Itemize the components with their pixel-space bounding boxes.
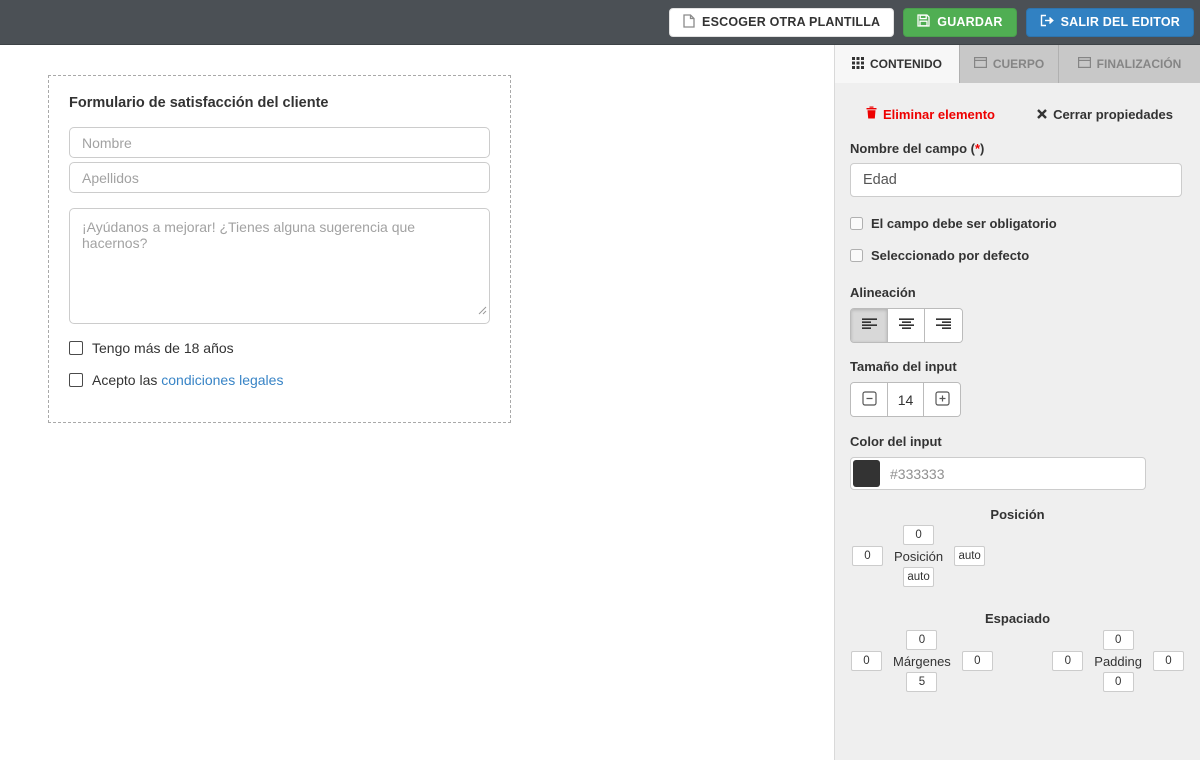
padding-top-input[interactable]	[1103, 630, 1134, 650]
trash-icon	[866, 106, 877, 122]
close-properties-label: Cerrar propiedades	[1053, 107, 1173, 122]
terms-checkbox-row: Acepto las condiciones legales	[69, 372, 490, 388]
save-button[interactable]: GUARDAR	[903, 8, 1016, 37]
name-field[interactable]	[69, 127, 490, 158]
padding-controls: Padding	[1052, 630, 1184, 692]
save-icon	[917, 14, 930, 30]
padding-right-input[interactable]	[1153, 651, 1184, 671]
position-top-input[interactable]	[903, 525, 934, 545]
input-size-stepper	[850, 382, 961, 417]
exit-editor-label: SALIR DEL EDITOR	[1061, 15, 1180, 29]
age-checkbox-row: Tengo más de 18 años	[69, 340, 490, 356]
input-size-label: Tamaño del input	[850, 359, 1185, 374]
tab-finalizacion-label: FINALIZACIÓN	[1097, 57, 1182, 71]
color-swatch[interactable]	[853, 460, 880, 487]
padding-left-input[interactable]	[1052, 651, 1083, 671]
choose-template-button[interactable]: ESCOGER OTRA PLANTILLA	[669, 8, 894, 37]
input-size-value[interactable]	[887, 383, 924, 416]
age-checkbox[interactable]	[69, 341, 83, 355]
input-color-picker[interactable]	[850, 457, 1146, 490]
margin-left-input[interactable]	[851, 651, 882, 671]
suggestion-textarea[interactable]	[69, 208, 490, 324]
size-decrease-button[interactable]	[851, 383, 887, 416]
resize-handle-icon[interactable]	[478, 302, 487, 320]
padding-bottom-input[interactable]	[1103, 672, 1134, 692]
alignment-label: Alineación	[850, 285, 1185, 300]
tab-finalizacion[interactable]: FINALIZACIÓN	[1059, 45, 1200, 83]
spacing-controls: Márgenes Padding	[850, 630, 1185, 692]
position-bottom-input[interactable]	[903, 567, 934, 587]
required-checkbox[interactable]	[850, 217, 863, 230]
padding-label: Padding	[1090, 654, 1146, 669]
contenido-panel: Eliminar elemento Cerrar propiedades Nom…	[835, 83, 1200, 760]
window-icon	[974, 57, 987, 71]
surname-field[interactable]	[69, 162, 490, 193]
tab-cuerpo-label: CUERPO	[993, 57, 1044, 71]
save-label: GUARDAR	[937, 15, 1002, 29]
align-center-button[interactable]	[888, 309, 925, 342]
close-properties-button[interactable]: Cerrar propiedades	[1037, 107, 1173, 122]
alignment-button-group	[850, 308, 963, 343]
editor-canvas: Formulario de satisfacción del cliente T…	[0, 45, 834, 760]
choose-template-label: ESCOGER OTRA PLANTILLA	[702, 15, 880, 29]
minus-square-icon	[862, 391, 877, 409]
position-controls: Posición	[852, 525, 985, 587]
window-icon	[1078, 57, 1091, 71]
required-checkbox-row: El campo debe ser obligatorio	[850, 216, 1185, 231]
position-heading: Posición	[850, 507, 1185, 522]
position-left-input[interactable]	[852, 546, 883, 566]
selected-checkbox-label: Seleccionado por defecto	[871, 248, 1029, 263]
field-name-label: Nombre del campo (*)	[850, 141, 1185, 156]
terms-link[interactable]: condiciones legales	[161, 372, 283, 388]
editor-topbar: ESCOGER OTRA PLANTILLA GUARDAR SALIR DEL…	[0, 0, 1200, 45]
age-checkbox-label: Tengo más de 18 años	[92, 340, 234, 356]
terms-checkbox[interactable]	[69, 373, 83, 387]
file-icon	[683, 14, 695, 31]
terms-checkbox-label: Acepto las condiciones legales	[92, 372, 283, 388]
input-color-label: Color del input	[850, 434, 1185, 449]
close-icon	[1037, 107, 1047, 122]
selected-default-checkbox[interactable]	[850, 249, 863, 262]
properties-sidebar: CONTENIDO CUERPO FINALIZACIÓN	[834, 45, 1200, 760]
field-name-input[interactable]	[850, 163, 1182, 197]
position-right-input[interactable]	[954, 546, 985, 566]
position-center-label: Posición	[890, 549, 947, 564]
align-right-button[interactable]	[925, 309, 962, 342]
margin-top-input[interactable]	[906, 630, 937, 650]
exit-editor-button[interactable]: SALIR DEL EDITOR	[1026, 8, 1194, 37]
tab-cuerpo[interactable]: CUERPO	[960, 45, 1059, 83]
align-left-button[interactable]	[851, 309, 888, 342]
input-color-value[interactable]	[880, 466, 1143, 482]
margin-right-input[interactable]	[962, 651, 993, 671]
grid-icon	[852, 57, 864, 72]
align-right-icon	[936, 318, 951, 333]
tab-contenido[interactable]: CONTENIDO	[835, 45, 960, 83]
plus-square-icon	[935, 391, 950, 409]
align-left-icon	[862, 318, 877, 333]
margin-bottom-input[interactable]	[906, 672, 937, 692]
terms-label-prefix: Acepto las	[92, 372, 161, 388]
delete-element-button[interactable]: Eliminar elemento	[866, 106, 995, 122]
sidebar-tabs: CONTENIDO CUERPO FINALIZACIÓN	[835, 45, 1200, 83]
size-increase-button[interactable]	[924, 383, 960, 416]
align-center-icon	[899, 318, 914, 333]
form-title: Formulario de satisfacción del cliente	[69, 95, 490, 111]
selected-checkbox-row: Seleccionado por defecto	[850, 248, 1185, 263]
margins-label: Márgenes	[889, 654, 955, 669]
sign-out-icon	[1040, 14, 1054, 30]
margins-controls: Márgenes	[851, 630, 993, 692]
form-preview[interactable]: Formulario de satisfacción del cliente T…	[48, 75, 511, 423]
delete-element-label: Eliminar elemento	[883, 107, 995, 122]
tab-contenido-label: CONTENIDO	[870, 57, 942, 71]
required-checkbox-label: El campo debe ser obligatorio	[871, 216, 1057, 231]
spacing-heading: Espaciado	[850, 611, 1185, 626]
